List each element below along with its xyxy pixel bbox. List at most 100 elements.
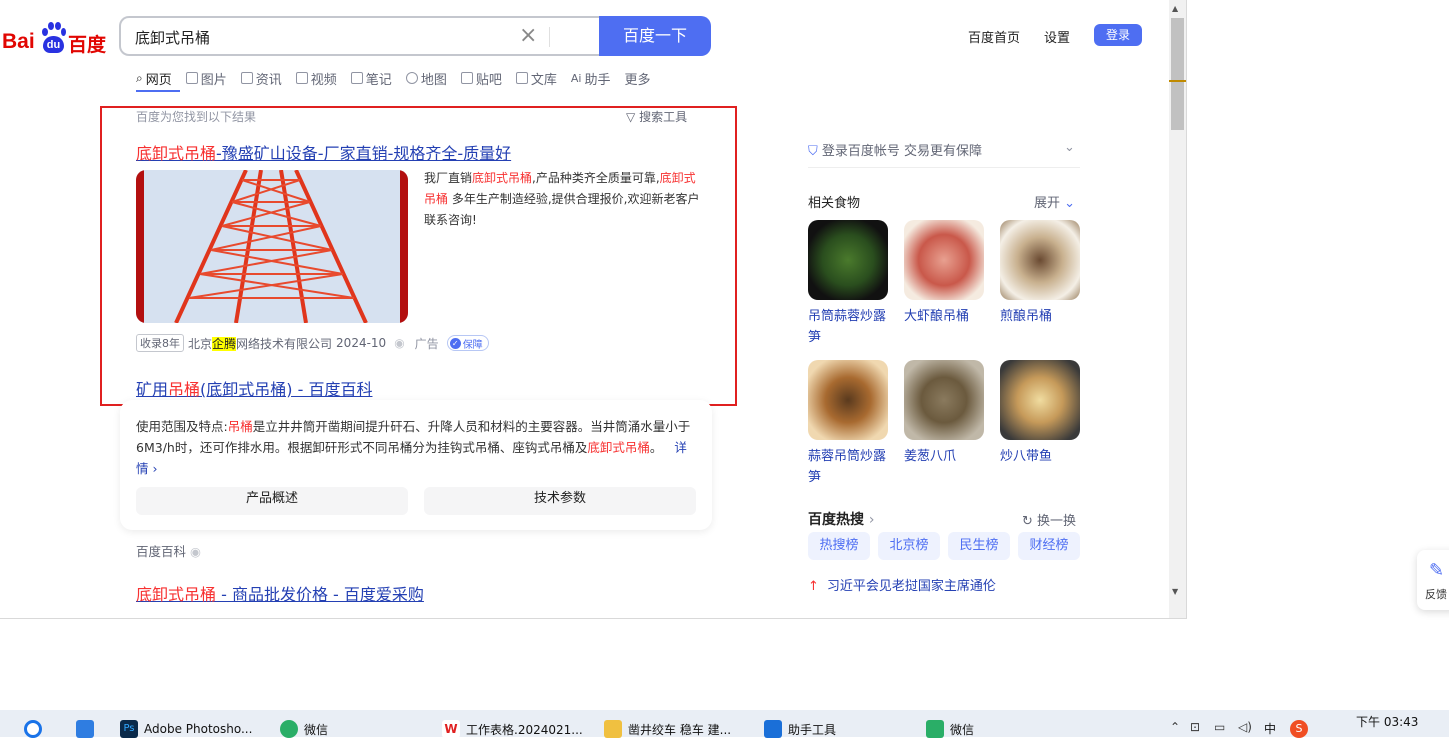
browser-window: Bai du 百度 × 百度一下 百度首页 设置 登录 ⌕网页 图片 资讯 视频…	[0, 0, 1187, 619]
map-icon	[405, 72, 418, 84]
baidu-logo[interactable]: Bai du 百度	[2, 22, 106, 56]
hot-search-title[interactable]: 百度热搜 ›	[808, 509, 874, 529]
chevron-right-icon: ›	[868, 512, 875, 528]
taskview-icon[interactable]	[76, 720, 100, 738]
sogou-icon[interactable]: S	[1290, 720, 1314, 738]
taskbar-assistant[interactable]: 助手工具	[764, 720, 836, 738]
food-item[interactable]: 蒜蓉吊筒炒露笋	[808, 360, 888, 488]
tray-display-icon[interactable]: ▭	[1214, 720, 1225, 734]
food-image	[904, 220, 984, 300]
refresh-icon: ↻	[1022, 514, 1033, 529]
taskbar-spreadsheet[interactable]: W 工作表格.2024021...	[442, 720, 583, 738]
chevron-down-icon: ⌄	[1064, 196, 1076, 211]
clear-icon[interactable]: ×	[519, 24, 539, 48]
scroll-marker	[1169, 80, 1186, 82]
overview-button[interactable]: 产品概述	[136, 487, 408, 515]
hot-tab-livelihood[interactable]: 民生榜	[948, 532, 1010, 560]
results-count: 百度为您找到以下结果	[136, 110, 257, 124]
feedback-button[interactable]: ✎ 反馈	[1417, 550, 1449, 610]
hot-tab-beijing[interactable]: 北京榜	[878, 532, 940, 560]
refresh-link[interactable]: ↻ 换一换	[1022, 510, 1076, 529]
company-name[interactable]: 北京企腾网络技术有限公司	[188, 335, 332, 352]
food-image	[808, 360, 888, 440]
pen-icon: ✎	[1429, 560, 1445, 581]
ad-result-title[interactable]: 底卸式吊桶-豫盛矿山设备-厂家直销-规格齐全-质量好	[136, 140, 511, 164]
clock[interactable]: 下午 03:43	[1356, 713, 1418, 730]
taskbar-wechat[interactable]: 微信	[280, 720, 328, 738]
food-item[interactable]: 姜葱八爪	[904, 360, 984, 467]
food-item[interactable]: 吊筒蒜蓉炒露笋	[808, 220, 888, 348]
tab-images[interactable]: 图片	[185, 68, 227, 88]
taskbar: Ps Adobe Photosho... 微信 W 工作表格.2024021... …	[0, 710, 1449, 738]
tieba-icon	[460, 72, 473, 84]
baike-result-title[interactable]: 矿用吊桶(底卸式吊桶) - 百度百科	[136, 376, 372, 400]
search-input[interactable]	[135, 26, 495, 48]
expand-link[interactable]: 展开 ⌄	[1034, 192, 1075, 211]
search-box: ×	[119, 16, 601, 56]
video-icon	[295, 72, 308, 84]
baike-description: 使用范围及特点:吊桶是立井井筒开凿期间提升矸石、升降人员和材料的主要容器。当井筒…	[136, 419, 691, 476]
tray-chevron-icon[interactable]: ⌃	[1170, 720, 1180, 734]
food-image	[808, 220, 888, 300]
ai-icon: Ai	[570, 71, 582, 85]
ime-indicator[interactable]: 中	[1264, 720, 1276, 737]
tab-more[interactable]: 更多	[624, 68, 650, 88]
food-image	[1000, 220, 1080, 300]
food-item[interactable]: 炒八带鱼	[1000, 360, 1080, 467]
paw-icon: du	[40, 22, 66, 54]
tab-news[interactable]: 资讯	[240, 68, 282, 88]
food-item[interactable]: 大虾酿吊桶	[904, 220, 984, 327]
ad-result-image[interactable]	[136, 170, 408, 323]
tab-tieba[interactable]: 贴吧	[460, 68, 502, 88]
taskbar-photoshop[interactable]: Ps Adobe Photosho...	[120, 720, 252, 738]
settings-link[interactable]: 设置	[1044, 27, 1070, 46]
logo-text-left: Bai	[2, 30, 35, 53]
vertical-scrollbar[interactable]: ▲ ▼	[1169, 0, 1186, 618]
hot-tab-finance[interactable]: 财经榜	[1018, 532, 1080, 560]
search-tools[interactable]: ▽ 搜索工具	[626, 108, 687, 125]
ad-result-meta: 收录8年 北京企腾网络技术有限公司 2024-10 ◉ 广告 ✓ 保障	[136, 334, 489, 352]
tab-assistant[interactable]: Ai 助手	[571, 68, 611, 88]
info-icon[interactable]: ◉	[190, 544, 201, 559]
volume-icon[interactable]: ◁)	[1238, 720, 1252, 734]
food-image	[1000, 360, 1080, 440]
scroll-up-icon[interactable]: ▲	[1172, 4, 1178, 13]
taskbar-wechat-2[interactable]: 微信	[926, 720, 974, 738]
ad-label: 广告	[414, 336, 439, 351]
active-tab-underline	[136, 90, 180, 92]
info-icon[interactable]: ◉	[394, 336, 404, 350]
tab-video[interactable]: 视频	[295, 68, 337, 88]
food-item[interactable]: 煎酿吊桶	[1000, 220, 1080, 327]
guarantee-badge[interactable]: ✓ 保障	[446, 335, 489, 351]
hot-item[interactable]: ↑ 习近平会见老挝国家主席通伦	[808, 575, 996, 594]
food-image	[904, 360, 984, 440]
tab-web[interactable]: ⌕ 网页	[136, 68, 172, 88]
login-button[interactable]: 登录	[1094, 24, 1142, 46]
params-button[interactable]: 技术参数	[424, 487, 696, 515]
search-icon: ⌕	[136, 70, 143, 85]
home-link[interactable]: 百度首页	[968, 27, 1020, 46]
search-icon[interactable]	[24, 720, 48, 738]
tab-wenku[interactable]: 文库	[515, 68, 557, 88]
image-icon	[185, 72, 198, 84]
login-tip[interactable]: ⛉ 登录百度帐号 交易更有保障 ⌄	[808, 140, 1080, 168]
tab-map[interactable]: 地图	[405, 68, 447, 88]
taskbar-folder[interactable]: 凿井绞车 稳车 建...	[604, 720, 731, 738]
tower-image	[136, 170, 408, 323]
search-button[interactable]: 百度一下	[599, 16, 711, 56]
tray-network-icon[interactable]: ⊡	[1190, 720, 1200, 734]
tab-notes[interactable]: 笔记	[350, 68, 392, 88]
divider	[549, 27, 550, 47]
check-icon: ✓	[449, 337, 461, 349]
scroll-down-icon[interactable]: ▼	[1172, 587, 1178, 596]
logo-text-right: 百度	[68, 34, 107, 56]
third-result-title[interactable]: 底卸式吊桶 - 商品批发价格 - 百度爱采购	[136, 581, 424, 605]
chevron-down-icon[interactable]: ⌄	[1064, 140, 1075, 155]
indexed-badge: 收录8年	[136, 334, 184, 352]
ad-result-description: 我厂直销底卸式吊桶,产品种类齐全质量可靠,底卸式吊桶 多年生产制造经验,提供合理…	[424, 171, 700, 227]
hot-tab-hot[interactable]: 热搜榜	[808, 532, 870, 560]
related-foods-title: 相关食物	[808, 196, 861, 211]
scroll-thumb[interactable]	[1171, 18, 1184, 130]
news-icon	[240, 72, 253, 84]
top-icon: ↑	[808, 579, 819, 594]
